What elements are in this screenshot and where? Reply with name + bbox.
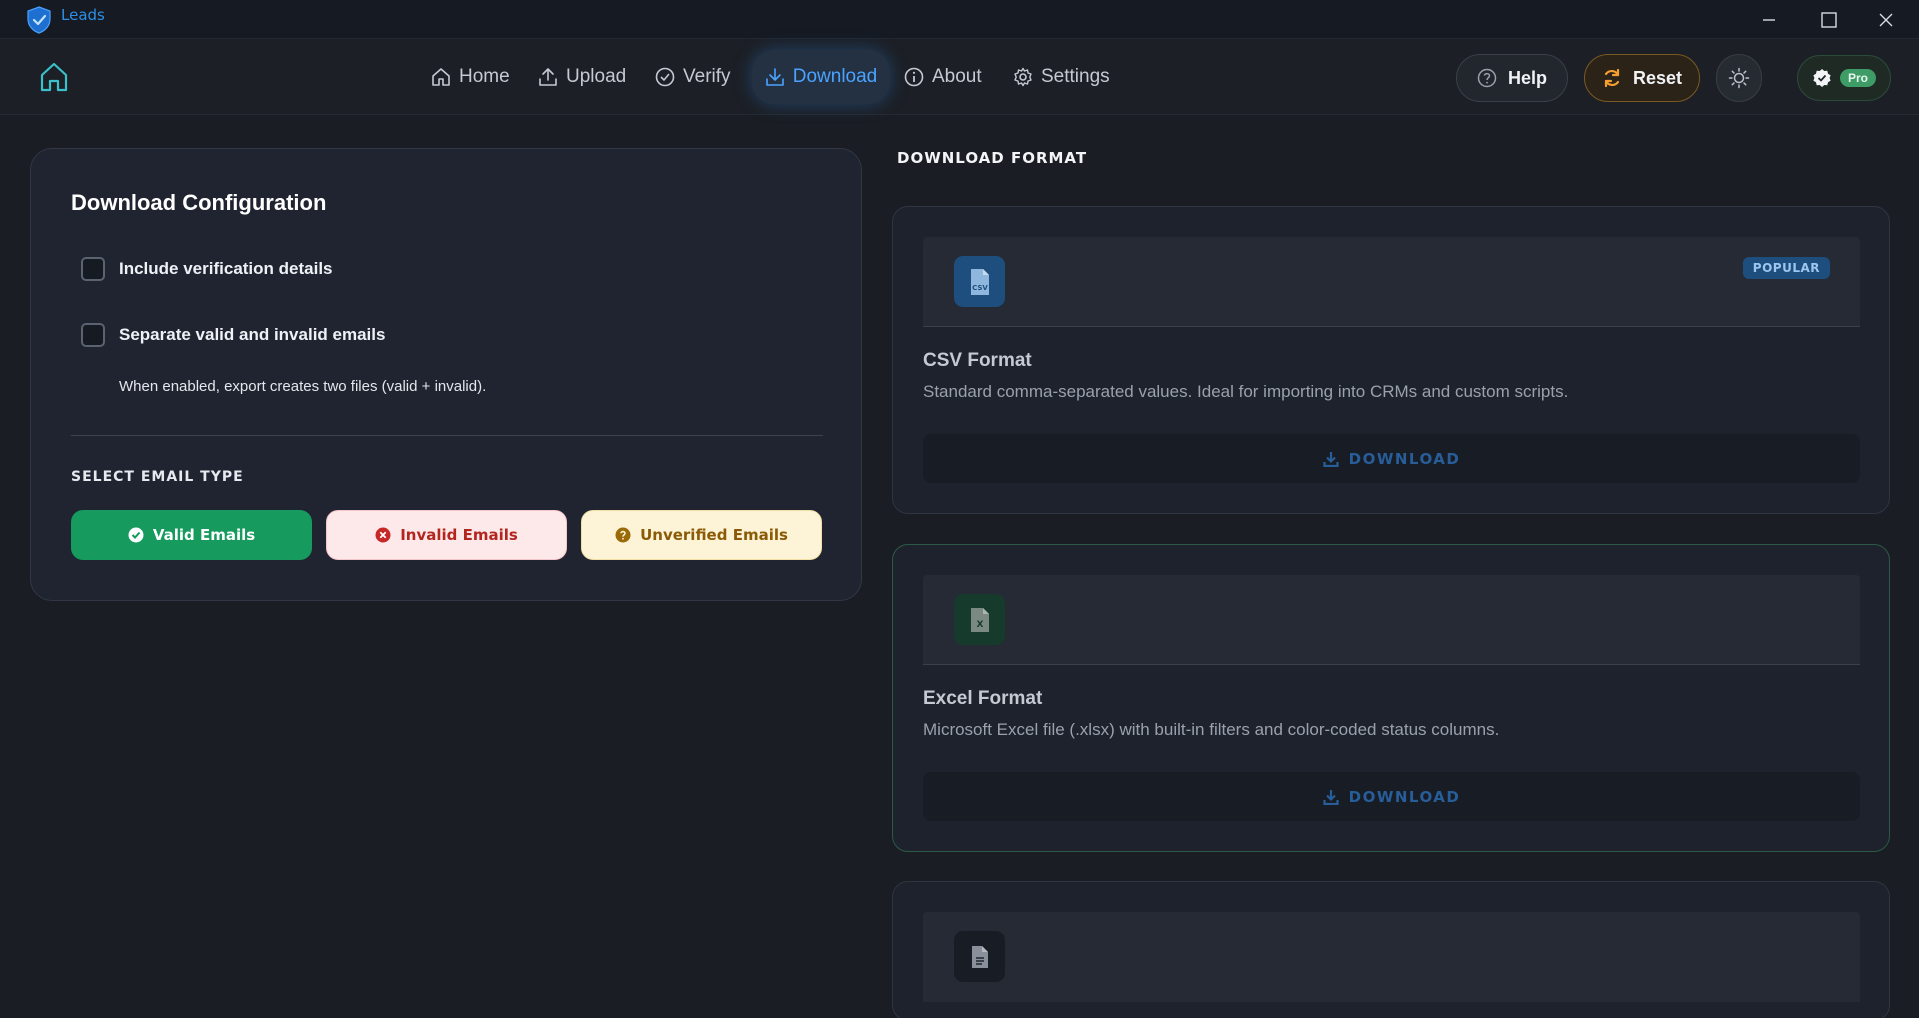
svg-text:CSV: CSV	[972, 284, 988, 292]
nav-settings[interactable]: Settings	[1013, 50, 1110, 104]
minimize-button[interactable]	[1741, 0, 1797, 39]
nav-home[interactable]: Home	[431, 50, 510, 104]
check-circle-icon	[655, 67, 675, 87]
home-logo-button[interactable]	[39, 61, 69, 93]
csv-card-header: CSV POPULAR	[923, 237, 1860, 327]
question-circle-icon	[1477, 68, 1497, 88]
valid-emails-button[interactable]: Valid Emails	[71, 510, 312, 560]
csv-format-description: Standard comma-separated values. Ideal f…	[923, 382, 1569, 401]
include-details-label: Include verification details	[119, 259, 333, 278]
csv-format-card: CSV POPULAR CSV Format Standard comma-se…	[892, 206, 1890, 514]
excel-card-header: X	[923, 575, 1860, 665]
close-icon	[1879, 13, 1893, 26]
maximize-icon	[1821, 11, 1837, 28]
help-label: Help	[1507, 67, 1547, 88]
excel-download-label: DOWNLOAD	[1348, 787, 1461, 806]
home-icon	[432, 68, 450, 86]
home-icon	[40, 62, 68, 92]
nav-download[interactable]: Download	[752, 50, 890, 104]
text-format-card	[892, 881, 1890, 1018]
csv-file-icon: CSV	[954, 256, 1005, 307]
unverified-emails-button[interactable]: Unverified Emails	[581, 510, 822, 560]
info-icon	[904, 67, 924, 87]
pro-status-pill[interactable]: Pro	[1797, 55, 1891, 101]
excel-format-name: Excel Format	[923, 688, 1043, 709]
include-details-option[interactable]: Include verification details	[81, 257, 333, 281]
download-icon	[1323, 451, 1339, 467]
upload-icon	[539, 68, 557, 86]
download-format-heading: DOWNLOAD FORMAT	[897, 149, 1088, 167]
nav-verify-label: Verify	[683, 66, 731, 87]
minimize-icon	[1763, 18, 1775, 21]
excel-format-description: Microsoft Excel file (.xlsx) with built-…	[923, 720, 1500, 739]
nav-settings-label: Settings	[1041, 66, 1110, 87]
reset-button[interactable]: Reset	[1584, 54, 1700, 102]
download-configuration-panel: Download Configuration Include verificat…	[30, 148, 862, 601]
sun-icon	[1728, 67, 1750, 89]
popular-badge: POPULAR	[1742, 257, 1830, 279]
download-icon	[765, 68, 784, 86]
shield-check-icon	[26, 6, 52, 34]
separate-emails-option[interactable]: Separate valid and invalid emails	[81, 323, 385, 347]
nav-upload[interactable]: Upload	[538, 50, 626, 104]
valid-emails-label: Valid Emails	[152, 526, 256, 544]
pro-badge: Pro	[1839, 69, 1876, 87]
nav-verify[interactable]: Verify	[655, 50, 731, 104]
text-card-header	[923, 912, 1860, 1002]
svg-text:X: X	[976, 620, 983, 630]
excel-file-icon: X	[954, 594, 1005, 645]
excel-download-button[interactable]: DOWNLOAD	[923, 772, 1860, 821]
refresh-icon	[1604, 68, 1620, 88]
help-button[interactable]: Help	[1456, 54, 1568, 102]
separate-emails-hint: When enabled, export creates two files (…	[119, 378, 487, 395]
reset-label: Reset	[1632, 67, 1683, 88]
check-circle-icon	[128, 527, 144, 543]
theme-toggle-button[interactable]	[1716, 54, 1762, 102]
panel-title: Download Configuration	[71, 190, 327, 215]
csv-format-name: CSV Format	[923, 350, 1032, 371]
document-icon	[954, 931, 1005, 982]
nav-home-label: Home	[459, 66, 510, 87]
invalid-emails-label: Invalid Emails	[400, 526, 518, 544]
title-bar: Leads	[0, 0, 1919, 39]
close-button[interactable]	[1858, 0, 1914, 39]
nav-about[interactable]: About	[904, 50, 982, 104]
nav-download-label: Download	[792, 66, 878, 87]
csv-download-label: DOWNLOAD	[1348, 449, 1461, 468]
x-circle-icon	[375, 527, 391, 543]
verified-badge-icon	[1813, 69, 1831, 87]
email-type-heading: SELECT EMAIL TYPE	[71, 469, 244, 485]
excel-format-card: X Excel Format Microsoft Excel file (.xl…	[892, 544, 1890, 852]
nav-about-label: About	[932, 66, 982, 87]
separate-emails-checkbox[interactable]	[81, 323, 105, 347]
separate-emails-label: Separate valid and invalid emails	[119, 325, 386, 344]
maximize-button[interactable]	[1801, 0, 1857, 39]
divider	[71, 435, 823, 436]
unverified-emails-label: Unverified Emails	[640, 526, 788, 544]
invalid-emails-button[interactable]: Invalid Emails	[326, 510, 567, 560]
question-circle-icon	[615, 527, 631, 543]
download-icon	[1323, 789, 1339, 805]
csv-download-button[interactable]: DOWNLOAD	[923, 434, 1860, 483]
app-name: Leads	[61, 6, 105, 24]
nav-bar: Home Upload Verify Download About Settin…	[0, 39, 1919, 115]
gear-icon	[1014, 67, 1032, 87]
include-details-checkbox[interactable]	[81, 257, 105, 281]
nav-upload-label: Upload	[566, 66, 627, 87]
